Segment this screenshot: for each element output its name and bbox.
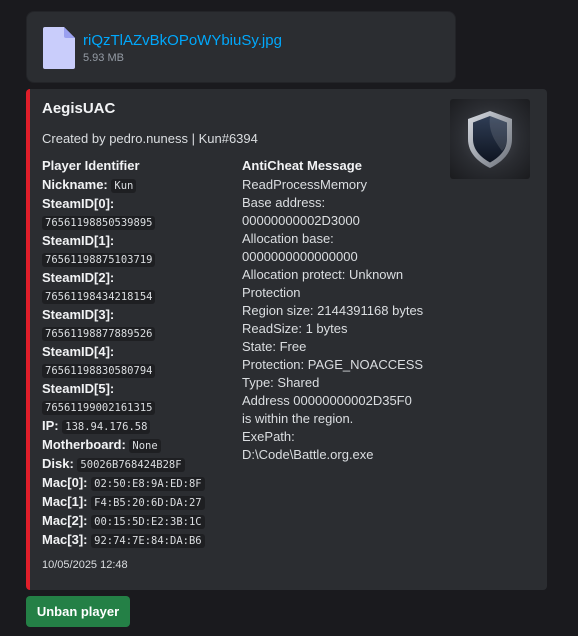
message-line: ReadProcessMemory: [242, 177, 367, 192]
message-line: Region size: 2144391168 bytes: [242, 303, 424, 318]
disk-value: 50026B768424B28F: [77, 458, 185, 472]
steamid-value: 76561198875103719: [42, 250, 232, 269]
steamid-value: 76561198850539895: [42, 213, 232, 232]
steamid-value: 76561198877889526: [42, 324, 232, 343]
message-line: Allocation base:: [242, 231, 334, 246]
message-line: 00000000002D3000: [242, 213, 360, 228]
steamid-value: 76561199002161315: [42, 398, 232, 417]
message-line: is within the region.: [242, 411, 354, 426]
message-line: ReadSize: 1 bytes: [242, 321, 348, 336]
embed-description: Created by pedro.nuness | Kun#6394: [42, 131, 258, 146]
shield-icon: [468, 111, 512, 168]
message-line: ExePath:: [242, 429, 295, 444]
embed-card: AegisUAC Created by pedro.nuness | Kun#6…: [26, 89, 547, 590]
steamid-value: 76561198830580794: [42, 361, 232, 380]
mac-row: Mac[0]: 02:50:E8:9A:ED:8F: [42, 474, 232, 493]
embed-timestamp: 10/05/2025 12:48: [42, 559, 128, 571]
steamid-value: 76561198434218154: [42, 287, 232, 306]
steamid-label: SteamID[1]:: [42, 233, 115, 248]
message-line: Protection: PAGE_NOACCESS: [242, 357, 424, 372]
message-line: Allocation protect: Unknown: [242, 267, 404, 282]
steamid-label: SteamID[5]:: [42, 381, 115, 396]
nickname-row: Nickname: Kun: [42, 176, 232, 195]
mac-row: Mac[2]: 00:15:5D:E2:3B:1C: [42, 512, 232, 531]
file-attachment[interactable]: riQzTlAZvBkOPoWYbiuSy.jpg 5.93 MB: [26, 11, 456, 83]
message-line: State: Free: [242, 339, 307, 354]
steamid-label: SteamID[3]:: [42, 307, 115, 322]
message-line: Protection: [242, 285, 301, 300]
ip-row: IP: 138.94.176.58: [42, 417, 232, 436]
player-identifier-field: Player Identifier Nickname: Kun SteamID[…: [42, 157, 232, 550]
ip-value: 138.94.176.58: [62, 420, 151, 434]
message-line: Address 00000000002D35F0: [242, 393, 412, 408]
nickname-label: Nickname:: [42, 177, 108, 192]
steamid-label: SteamID[2]:: [42, 270, 115, 285]
nickname-value: Kun: [111, 179, 137, 193]
player-identifier-heading: Player Identifier: [42, 158, 140, 173]
disk-row: Disk: 50026B768424B28F: [42, 455, 232, 474]
motherboard-row: Motherboard: None: [42, 436, 232, 455]
mac-row: Mac[3]: 92:74:7E:84:DA:B6: [42, 531, 232, 550]
file-icon: [43, 27, 75, 69]
steamid-label: SteamID[0]:: [42, 196, 115, 211]
anticheat-message-field: AntiCheat Message ReadProcessMemory Base…: [242, 157, 442, 464]
steamid-label: SteamID[4]:: [42, 344, 115, 359]
message-line: Base address:: [242, 195, 326, 210]
message-line: Type: Shared: [242, 375, 320, 390]
embed-title: AegisUAC: [42, 100, 116, 117]
unban-player-button[interactable]: Unban player: [26, 596, 130, 627]
mac-row: Mac[1]: F4:B5:20:6D:DA:27: [42, 493, 232, 512]
message-line: D:\Code\Battle.org.exe: [242, 447, 374, 462]
file-size: 5.93 MB: [83, 52, 124, 64]
message-line: 0000000000000000: [242, 249, 358, 264]
anticheat-message-heading: AntiCheat Message: [242, 158, 362, 173]
embed-thumbnail[interactable]: [450, 99, 530, 179]
file-name-link[interactable]: riQzTlAZvBkOPoWYbiuSy.jpg: [83, 32, 282, 49]
motherboard-value: None: [129, 439, 161, 453]
